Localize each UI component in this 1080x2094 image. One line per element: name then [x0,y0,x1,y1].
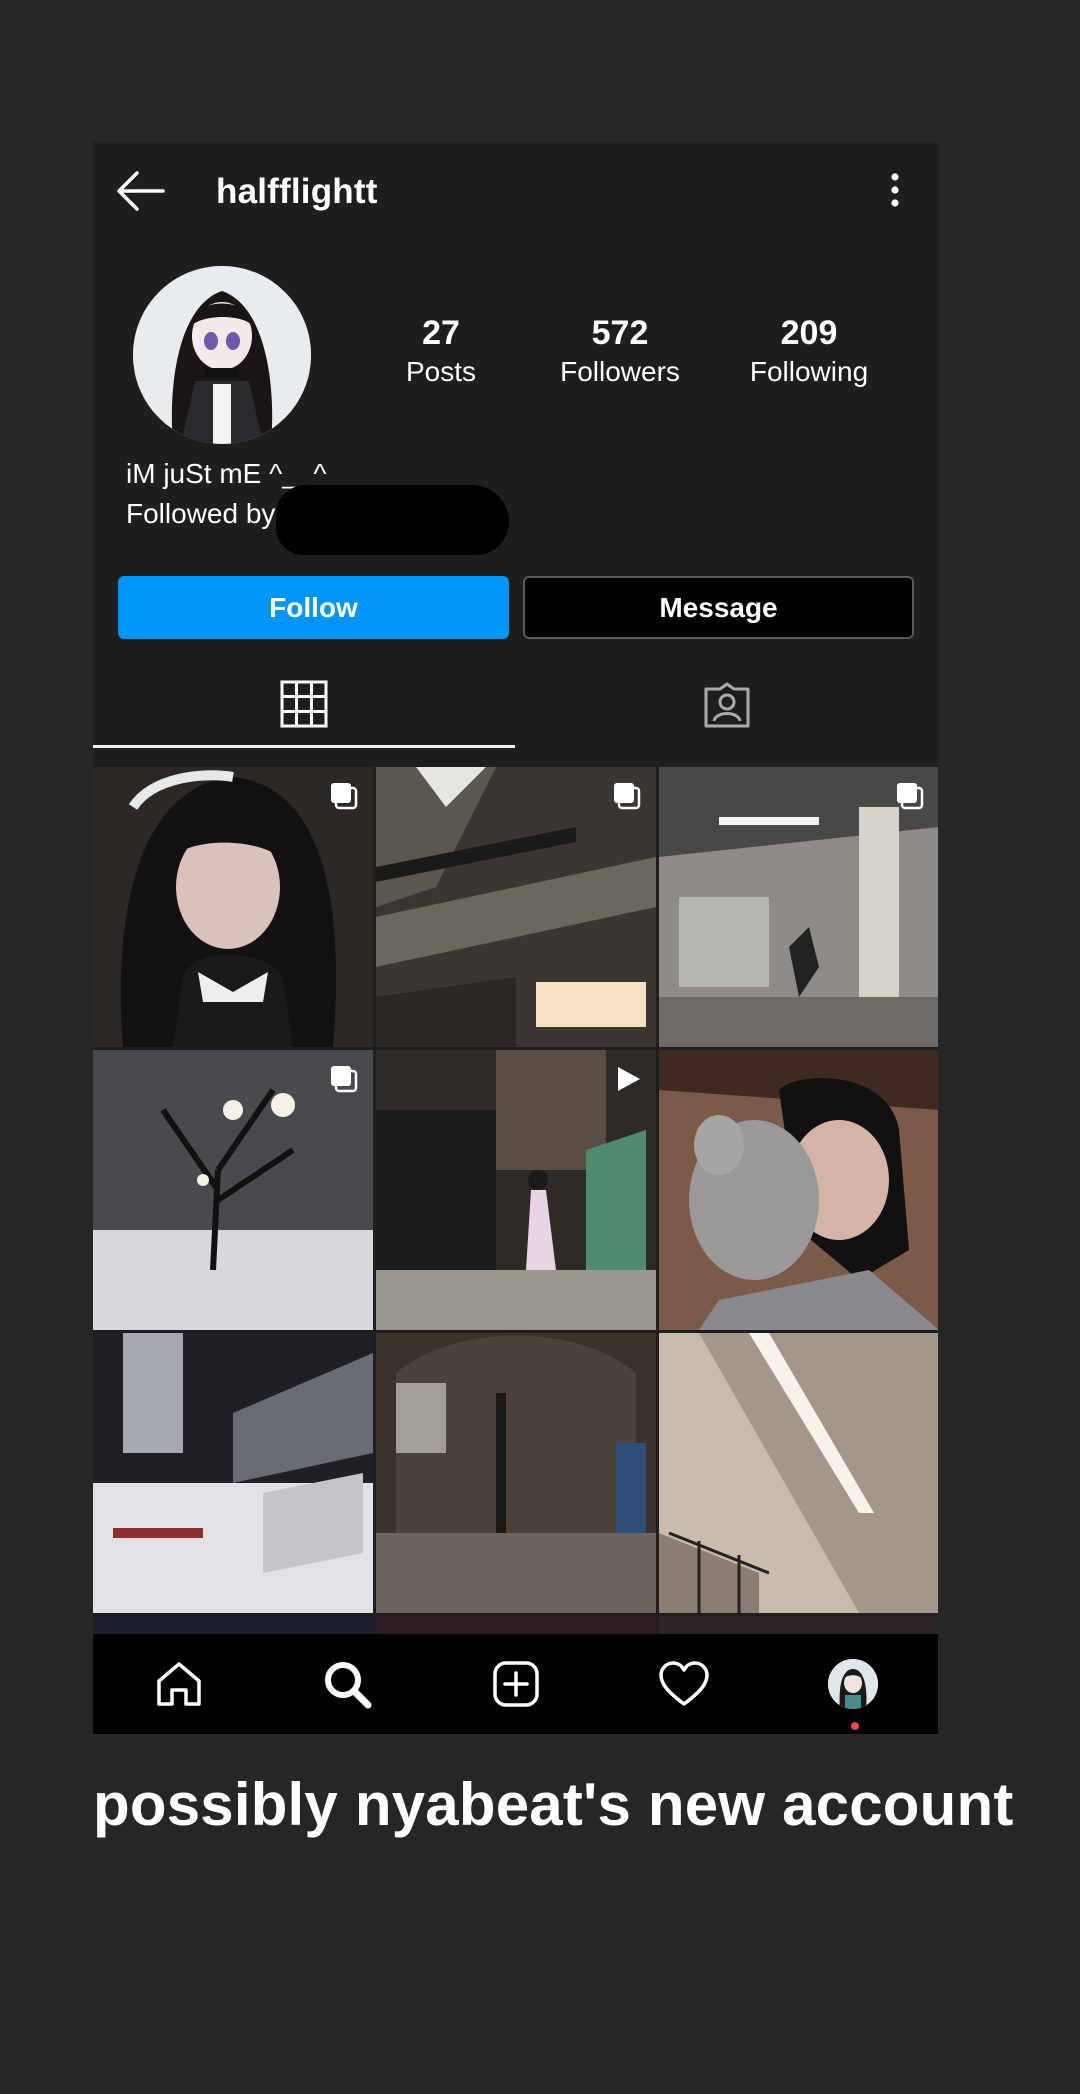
profile-avatar[interactable] [133,266,311,444]
search-icon[interactable] [312,1652,382,1716]
stat-followers-label: Followers [560,356,680,387]
post-thumbnail[interactable] [93,767,373,1047]
more-options-icon[interactable] [883,170,907,210]
profile-tabs [93,662,938,748]
bottom-navigation [93,1634,938,1734]
tagged-icon [704,682,750,728]
carousel-icon [329,781,359,816]
stat-following-count: 209 [780,314,838,352]
post-thumbnail[interactable] [376,767,656,1047]
carousel-icon [895,781,925,816]
post-thumbnail[interactable] [93,1333,373,1613]
followed-by-text[interactable]: Followed by c [126,494,297,534]
stat-posts[interactable]: 27 Posts [356,312,526,390]
caption-text: possibly nyabeat's new account [93,1771,1014,1838]
post-image [659,1333,938,1613]
post-image [93,1333,373,1613]
redaction-scribble [276,485,509,555]
tab-posts-grid[interactable] [93,662,515,748]
back-arrow-icon[interactable] [113,168,169,214]
profile-username: halfflightt [216,172,378,211]
message-button[interactable]: Message [523,576,914,639]
top-bar: halfflightt [93,142,938,238]
grid-icon [280,680,328,727]
post-image [376,1333,656,1613]
post-thumbnail[interactable] [659,1333,938,1613]
create-icon[interactable] [481,1652,551,1716]
post-thumbnail[interactable] [376,1333,656,1613]
stat-following-label: Following [749,356,869,387]
stat-posts-label: Posts [405,356,477,387]
reel-icon [612,1064,642,1099]
follow-button[interactable]: Follow [118,576,509,639]
stat-followers[interactable]: 572 Followers [535,312,705,390]
stat-posts-count: 27 [422,314,460,352]
post-thumbnail[interactable] [93,1050,373,1330]
carousel-icon [612,781,642,816]
post-image [659,1050,938,1330]
post-thumbnail[interactable] [659,767,938,1047]
profile-avatar [828,1659,878,1709]
home-icon[interactable] [144,1652,214,1716]
stat-following[interactable]: 209 Following [724,312,894,390]
profile-screen: halfflightt 27 Posts 572 Followers 209 F… [93,142,938,1734]
stat-followers-count: 572 [591,314,649,352]
post-thumbnail[interactable] [376,1050,656,1330]
post-thumbnail[interactable] [659,1050,938,1330]
carousel-icon [329,1064,359,1099]
activity-heart-icon[interactable] [649,1652,719,1716]
profile-tab[interactable] [818,1652,888,1716]
tab-tagged[interactable] [516,662,938,748]
notification-dot [851,1722,859,1730]
